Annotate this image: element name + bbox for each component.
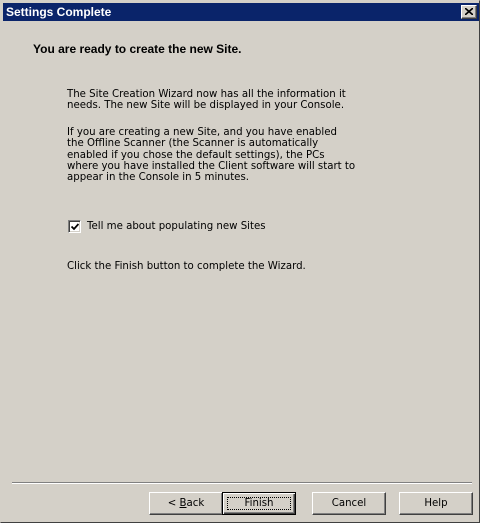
paragraph-line: where you have installed the Client soft…: [67, 160, 356, 172]
window-title: Settings Complete: [6, 5, 112, 19]
populate-sites-label[interactable]: Tell me about populating new Sites: [87, 220, 266, 233]
close-icon: [465, 8, 473, 15]
paragraph-line: the Offline Scanner (the Scanner is auto…: [67, 138, 319, 150]
cancel-button[interactable]: Cancel: [312, 492, 386, 515]
paragraph-line: appear in the Console in 5 minutes.: [67, 172, 249, 184]
cancel-button-label: Cancel: [331, 498, 367, 509]
populate-sites-checkbox[interactable]: [68, 220, 81, 233]
back-label-prefix: <: [167, 498, 180, 509]
paragraph-line: needs. The new Site will be displayed in…: [67, 100, 345, 112]
button-separator: [12, 482, 472, 484]
back-button-label: < Back: [168, 498, 205, 509]
paragraph-line: The Site Creation Wizard now has all the…: [67, 89, 346, 100]
checkmark-icon: [71, 223, 79, 231]
close-button[interactable]: [461, 5, 477, 19]
finish-button[interactable]: Finish: [222, 492, 296, 515]
title-bar[interactable]: Settings Complete: [3, 3, 479, 21]
settings-complete-dialog: Settings Complete You are ready to creat…: [0, 0, 480, 523]
help-button-label: Help: [424, 498, 448, 509]
page-heading: You are ready to create the new Site.: [33, 42, 242, 56]
back-label-mnemonic: B: [179, 498, 187, 509]
help-button[interactable]: Help: [399, 492, 473, 515]
paragraph-line: enabled if you chose the default setting…: [67, 149, 325, 161]
info-paragraph-1: The Site Creation Wizard now has all the…: [67, 89, 367, 112]
info-paragraph-2: If you are creating a new Site, and you …: [67, 127, 367, 183]
paragraph-line: If you are creating a new Site, and you …: [67, 127, 337, 138]
back-button[interactable]: < Back: [149, 492, 223, 515]
finish-button-label: Finish: [244, 498, 274, 509]
finish-instruction: Click the Finish button to complete the …: [67, 261, 306, 272]
back-label-rest: ack: [186, 498, 205, 509]
